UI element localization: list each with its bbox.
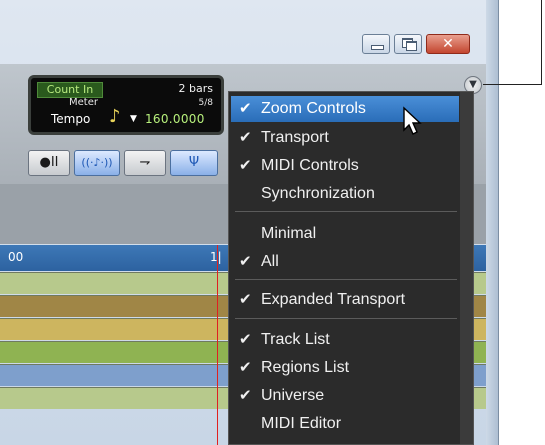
checkmark-icon: ✔ [239,291,252,308]
counter-display: Count In 2 bars Meter 5/8 Tempo ♪ ▼ 160.… [28,75,224,135]
menu-item-label: Synchronization [261,185,375,202]
menu-item-midi-editor[interactable]: MIDI Editor [231,411,459,437]
menu-item-label: Zoom Controls [261,100,366,117]
restore-button[interactable] [394,34,422,54]
chevron-down-icon: ▼ [469,79,477,90]
tempo-label: Tempo [51,112,91,126]
menu-separator [235,318,457,319]
antenna-button[interactable]: Ψ [170,150,218,176]
step-arrow-button[interactable]: ⇁ [124,150,166,176]
checkmark-icon: ✔ [239,129,252,146]
menu-item-midi-controls[interactable]: ✔ MIDI Controls [231,153,459,179]
record-pause-button[interactable]: ●II [28,150,70,176]
view-options-menu: ✔ Zoom Controls ✔ Transport ✔ MIDI Controls Sy… [228,91,474,445]
minimize-button[interactable] [362,34,390,54]
quarter-note-icon[interactable]: ♪ [109,107,121,127]
checkmark-icon: ✔ [239,100,252,117]
meter-value: 5/8 [198,98,213,108]
menu-item-transport[interactable]: ✔ Transport [231,125,459,151]
audio-wave-button[interactable]: ((·♪·)) [74,150,120,176]
menu-item-label: MIDI Controls [261,157,359,174]
playhead-line [217,245,218,445]
menu-item-synchronization[interactable]: Synchronization [231,181,459,207]
tempo-value[interactable]: 160.0000 [145,111,205,127]
menu-item-label: Track List [261,331,330,348]
menu-item-label: Regions List [261,359,350,376]
menu-item-minimal[interactable]: Minimal [231,221,459,247]
menu-item-label: MIDI Editor [261,415,342,432]
step-arrow-icon: ⇁ [139,155,151,170]
menu-separator [235,279,457,280]
record-pause-icon: ●II [39,155,59,170]
menu-item-all[interactable]: ✔ All [231,249,459,275]
checkmark-icon: ✔ [239,157,252,174]
checkmark-icon: ✔ [239,359,252,376]
callout-line-vertical [541,0,542,85]
checkmark-icon: ✔ [239,387,252,404]
menu-item-label: Universe [261,387,325,404]
ruler-right-label: 1| [210,250,222,264]
count-in-value: 2 bars [178,82,213,95]
menu-item-label: Transport [261,129,329,146]
meter-label: Meter [69,97,98,108]
menu-item-label: Minimal [261,225,317,242]
checkmark-icon: ✔ [239,331,252,348]
close-icon: ✕ [442,36,454,52]
menu-item-regions-list[interactable]: ✔ Regions List [231,355,459,381]
menu-item-expanded-transport[interactable]: ✔ Expanded Transport [231,287,459,313]
tempo-dropdown-icon[interactable]: ▼ [130,113,137,125]
checkmark-icon: ✔ [239,253,252,270]
menu-item-label: Expanded Transport [261,291,406,308]
mouse-cursor-icon [403,106,422,135]
menu-separator [235,211,457,212]
menu-item-universe[interactable]: ✔ Universe [231,383,459,409]
count-in-label[interactable]: Count In [37,82,103,98]
menu-scrollbar[interactable] [460,92,473,444]
close-button[interactable]: ✕ [426,34,470,54]
menu-item-label: All [261,253,279,270]
callout-line [483,84,542,85]
ruler-left-label: 00 [8,250,24,264]
menu-item-track-list[interactable]: ✔ Track List [231,327,459,353]
menu-item-zoom-controls[interactable]: ✔ Zoom Controls [231,96,459,122]
audio-wave-icon: ((·♪·)) [81,156,113,169]
antenna-icon: Ψ [188,155,200,170]
